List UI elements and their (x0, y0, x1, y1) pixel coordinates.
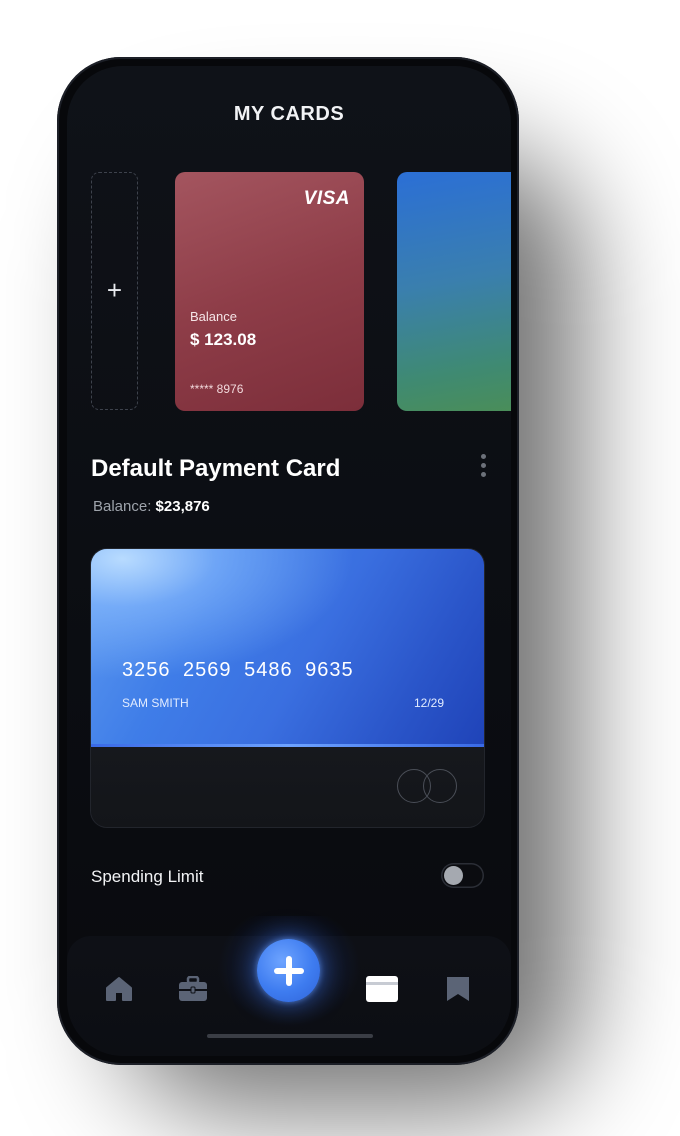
card-red[interactable]: VISA Balance $ 123.08 ***** 8976 (175, 172, 364, 411)
toggle-knob (444, 866, 463, 885)
card-green[interactable] (397, 172, 511, 411)
spending-limit-label: Spending Limit (91, 867, 204, 886)
add-button[interactable] (257, 939, 320, 1002)
more-options-icon[interactable] (477, 454, 489, 482)
card-face (91, 549, 484, 747)
balance-value: $23,876 (155, 498, 210, 515)
spending-limit-toggle[interactable] (441, 863, 484, 888)
card-balance-label: Balance (190, 309, 237, 324)
add-card-button[interactable]: + (91, 172, 138, 410)
bookmark-icon[interactable] (441, 972, 475, 1006)
default-card-balance: Balance: $23,876 (93, 498, 210, 515)
mastercard-logo-icon (397, 769, 459, 805)
balance-label: Balance: (93, 498, 152, 515)
default-payment-card[interactable]: 3256 2569 5486 9635 SAM SMITH 12/29 (91, 549, 484, 827)
home-icon[interactable] (102, 972, 136, 1006)
card-masked-number: ***** 8976 (190, 382, 244, 396)
visa-logo: VISA (303, 188, 350, 209)
page-title: MY CARDS (233, 103, 345, 125)
cards-icon[interactable] (365, 972, 399, 1006)
briefcase-icon[interactable] (176, 972, 210, 1006)
plus-icon (273, 955, 304, 986)
app-screen: MY CARDS + VISA Balance $ 123.08 ***** 8… (67, 66, 511, 1056)
default-card-title: Default Payment Card (91, 455, 341, 482)
home-indicator (207, 1034, 373, 1038)
card-number: 3256 2569 5486 9635 (122, 659, 354, 681)
card-balance-value: $ 123.08 (190, 330, 257, 349)
card-expiry: 12/29 (413, 696, 444, 710)
card-holder: SAM SMITH (122, 696, 189, 710)
plus-icon: + (106, 275, 123, 305)
